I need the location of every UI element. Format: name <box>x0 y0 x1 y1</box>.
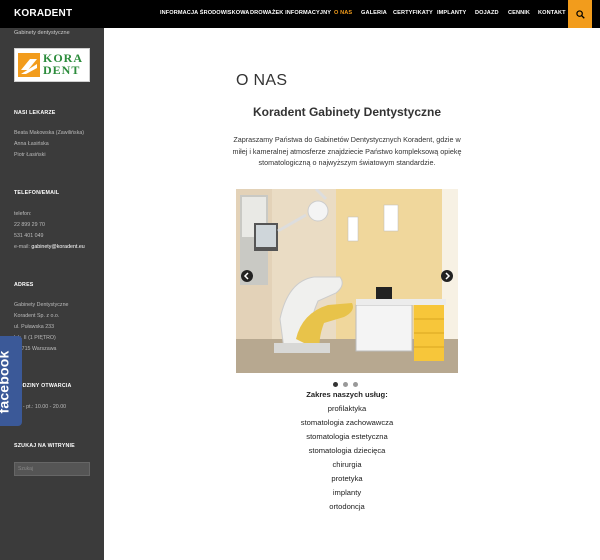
service-item: protetyka <box>331 474 363 483</box>
facebook-tab[interactable]: facebook <box>0 336 22 426</box>
address-line: Gabinety Dentystyczne <box>14 302 69 308</box>
slider-dots <box>333 382 358 387</box>
email-line: e-mail: gabinety@koradent.eu <box>14 244 85 250</box>
nav-item-galeria[interactable]: GALERIA <box>361 10 387 16</box>
service-item: stomatologia zachowawcza <box>300 418 394 427</box>
service-item: ortodoncja <box>329 502 365 511</box>
dental-office-photo <box>236 189 458 373</box>
service-item: chirurgia <box>332 460 362 469</box>
service-item: implanty <box>332 488 362 497</box>
email-link[interactable]: gabinety@koradent.eu <box>31 244 84 250</box>
nav-item-dojazd[interactable]: DOJAZD <box>475 10 499 16</box>
nav-item-o-nas[interactable]: O NAS <box>334 10 352 16</box>
intro-text: Zapraszamy Państwa do Gabinetów Dentysty… <box>232 135 462 167</box>
slider-dot[interactable] <box>343 382 348 387</box>
koradent-logo[interactable]: KORA DENT <box>14 48 90 82</box>
page-subtitle: Koradent Gabinety Dentystyczne <box>252 105 442 119</box>
service-item: stomatologia estetyczna <box>306 432 388 441</box>
arrow-left-icon <box>241 270 253 282</box>
sidebar-search-input[interactable]: Szukaj <box>14 462 90 476</box>
address-line: ul. Puławska 233 <box>14 324 55 330</box>
logo-text: KORA DENT <box>43 51 83 77</box>
services-title: Zakres naszych usług: <box>306 390 388 399</box>
sidebar <box>0 28 104 560</box>
phone-label: telefon: <box>14 211 32 217</box>
doctor-name: Piotr Łasiński <box>14 152 46 158</box>
top-bar: KORADENT INFORMACJA ŚRODOWISKOWA DROWAŻE… <box>0 0 600 28</box>
address-heading: ADRES <box>14 282 34 288</box>
nav-item-certyfikaty[interactable]: CERTYFIKATY <box>393 10 433 16</box>
nav-item-informacja-srodowiskowa[interactable]: INFORMACJA ŚRODOWISKOWA <box>160 10 249 16</box>
page-title: O NAS <box>236 72 288 89</box>
slider-prev-button[interactable] <box>241 270 253 282</box>
service-item: profilaktyka <box>327 404 367 413</box>
image-slider[interactable] <box>236 189 458 373</box>
email-label: e-mail: <box>14 244 32 250</box>
slider-dot[interactable] <box>353 382 358 387</box>
search-button[interactable] <box>568 0 592 28</box>
doctor-name: Anna Łasińska <box>14 141 49 147</box>
arrow-right-icon <box>441 270 453 282</box>
service-item: stomatologia dziecięca <box>308 446 386 455</box>
nav-item-implanty[interactable]: IMPLANTY <box>437 10 466 16</box>
phone-number[interactable]: 22 899 29 70 <box>14 222 45 228</box>
search-icon <box>575 9 585 19</box>
site-tagline: Gabinety dentystyczne <box>14 30 70 36</box>
search-heading: SZUKAJ NA WITRYNIE <box>14 443 75 449</box>
slider-dot[interactable] <box>333 382 338 387</box>
facebook-label: facebook <box>0 350 12 414</box>
nav-item-kontakt[interactable]: KONTAKT <box>538 10 566 16</box>
nav-item-drowazek-informacyjny[interactable]: DROWAŻEK INFORMACYJNY <box>250 10 331 16</box>
slider-next-button[interactable] <box>441 270 453 282</box>
nav-item-cennik[interactable]: CENNIK <box>508 10 530 16</box>
site-title[interactable]: KORADENT <box>14 8 72 19</box>
address-line: Koradent Sp. z o.o. <box>14 313 60 319</box>
hours-heading: GODZINY OTWARCIA <box>14 383 72 389</box>
doctors-heading: NASI LEKARZE <box>14 110 56 116</box>
logo-mark-icon <box>18 53 40 77</box>
doctor-name: Beata Makowska (Zawilińska) <box>14 130 85 136</box>
phone-number[interactable]: 531 401 049 <box>14 233 43 239</box>
phone-heading: TELEFON/EMAIL <box>14 190 60 196</box>
